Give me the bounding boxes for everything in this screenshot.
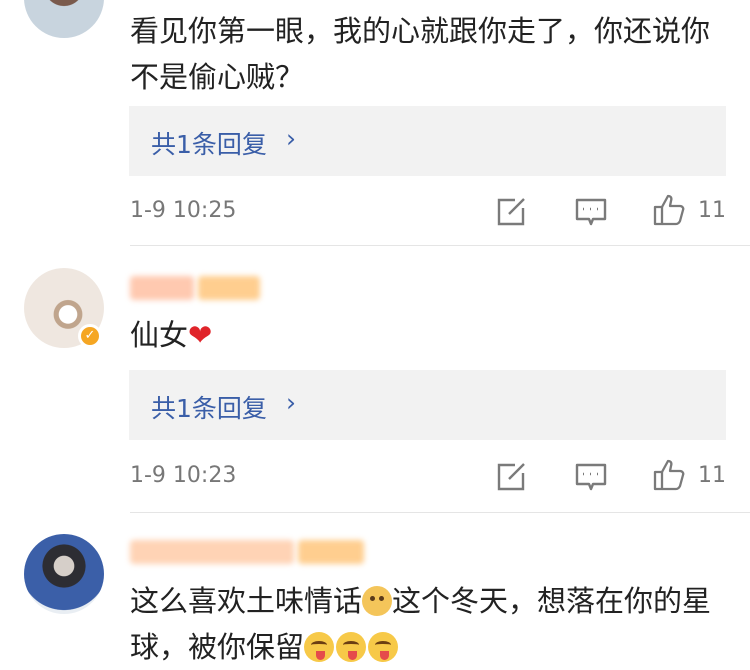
comment-text: 看见你第一眼，我的心就跟你走了，你还说你不是偷心贼？	[130, 14, 711, 94]
replies-button[interactable]: 共1条回复 ›	[129, 370, 726, 440]
avatar[interactable]	[24, 534, 104, 614]
tongue-emoji	[336, 632, 367, 662]
comment-timestamp: 1-9 10:23	[130, 463, 237, 488]
heart-emoji: ❤	[188, 318, 213, 352]
chevron-right-icon: ›	[286, 388, 296, 417]
tongue-emoji	[368, 632, 399, 662]
chevron-right-icon: ›	[286, 124, 296, 153]
user-tag-blurred	[198, 276, 260, 300]
avatar[interactable]	[24, 0, 104, 38]
tongue-emoji	[304, 632, 335, 662]
like-count: 11	[698, 463, 726, 488]
comment-icon[interactable]	[574, 460, 608, 494]
comment-text: 仙女❤	[130, 312, 730, 358]
replies-label: 共1条回复	[151, 130, 267, 159]
username-blurred[interactable]	[130, 276, 194, 300]
divider	[130, 245, 750, 246]
comment-text: 这么喜欢土味情话 这个冬天，想落在你的星球，被你保留	[130, 578, 730, 670]
like-count: 11	[698, 198, 726, 223]
thumbs-up-icon[interactable]	[652, 193, 686, 227]
comment-icon[interactable]	[574, 195, 608, 229]
comment-timestamp: 1-9 10:25	[130, 198, 237, 223]
replies-button[interactable]: 共1条回复 ›	[129, 106, 726, 176]
comment-text-part: 这么喜欢土味情话	[130, 584, 363, 618]
replies-label: 共1条回复	[151, 394, 267, 423]
dog-emoji	[362, 586, 393, 616]
edit-share-icon[interactable]	[494, 460, 528, 494]
thumbs-up-icon[interactable]	[652, 458, 686, 492]
comment-text-main: 仙女	[130, 318, 189, 352]
username-blurred[interactable]	[130, 540, 294, 564]
user-tag-blurred	[298, 540, 364, 564]
edit-share-icon[interactable]	[494, 195, 528, 229]
divider	[130, 512, 750, 513]
verified-badge: ✓	[78, 324, 102, 348]
